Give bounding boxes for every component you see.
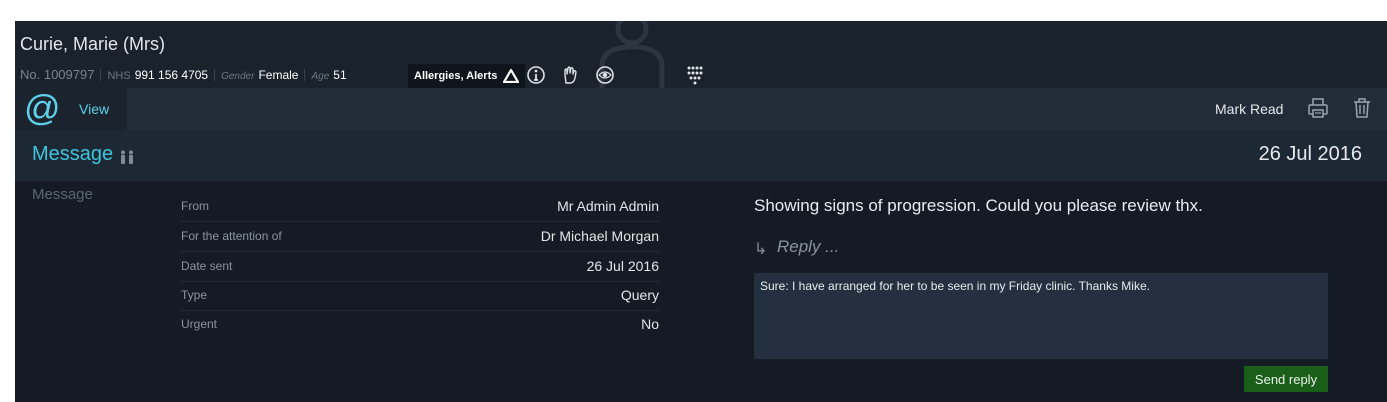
info-circle-icon[interactable]: [526, 65, 546, 85]
detail-value: Query: [620, 287, 659, 303]
hand-icon[interactable]: [560, 65, 580, 85]
detail-value: No: [641, 316, 659, 332]
detail-label: Date sent: [181, 259, 233, 273]
gender-value: Female: [258, 68, 299, 82]
at-sign-icon: @: [24, 87, 61, 128]
message-window: Curie, Marie (Mrs) No. 1009797 NHS 991 1…: [15, 21, 1387, 402]
detail-value: Dr Michael Morgan: [540, 228, 659, 244]
warning-triangle-icon: [503, 69, 520, 83]
mark-read-button[interactable]: Mark Read: [1215, 101, 1283, 117]
gender-label: Gender: [221, 71, 255, 82]
detail-value: 26 Jul 2016: [586, 258, 659, 274]
age-value: 51: [333, 68, 347, 82]
detail-row-type: Type Query: [181, 281, 659, 311]
message-date: 26 Jul 2016: [1258, 143, 1362, 165]
family-tree-icon[interactable]: [685, 65, 705, 85]
view-tab-label: View: [79, 101, 110, 117]
patient-number: No. 1009797: [20, 67, 95, 82]
page-title: Message: [32, 143, 114, 165]
nhs-label: NHS: [107, 70, 131, 82]
reply-arrow-icon: ↳: [754, 241, 768, 258]
detail-label: From: [181, 199, 209, 213]
detail-label: Type: [181, 288, 208, 302]
section-label: Message: [32, 186, 93, 203]
patient-name: Curie, Marie (Mrs): [20, 34, 166, 54]
detail-row-from: From Mr Admin Admin: [181, 192, 659, 222]
patient-banner: Curie, Marie (Mrs) No. 1009797 NHS 991 1…: [15, 21, 1387, 95]
age-label: Age: [311, 71, 330, 82]
print-icon[interactable]: [1306, 96, 1330, 120]
message-toolbar: @ View Mark Read: [15, 87, 1387, 130]
allergies-alerts-button[interactable]: Allergies, Alerts: [408, 64, 526, 88]
message-title-bar: Message 26 Jul 2016: [15, 130, 1387, 181]
trash-icon[interactable]: [1350, 96, 1374, 120]
nhs-number: 991 156 4705: [134, 68, 209, 82]
divider: [304, 69, 306, 81]
patient-demographics: No. 1009797 NHS 991 156 4705 Gender Fema…: [20, 67, 347, 83]
divider: [100, 69, 102, 81]
detail-row-urgent: Urgent No: [181, 310, 659, 340]
view-tab[interactable]: @ View: [15, 87, 127, 130]
eye-icon[interactable]: [595, 65, 615, 85]
detail-label: Urgent: [181, 317, 218, 331]
people-icon: [121, 150, 133, 164]
divider: [214, 69, 216, 81]
detail-value: Mr Admin Admin: [557, 198, 659, 214]
detail-row-date-sent: Date sent 26 Jul 2016: [181, 252, 659, 282]
send-reply-button[interactable]: Send reply: [1244, 366, 1328, 392]
message-body: Showing signs of progression. Could you …: [754, 196, 1203, 215]
detail-label: For the attention of: [181, 229, 282, 243]
reply-label: Reply ...: [777, 237, 840, 256]
detail-row-attention: For the attention of Dr Michael Morgan: [181, 222, 659, 252]
reply-textarea[interactable]: Sure: I have arranged for her to be seen…: [754, 273, 1328, 359]
allergies-alerts-label: Allergies, Alerts: [414, 70, 498, 82]
